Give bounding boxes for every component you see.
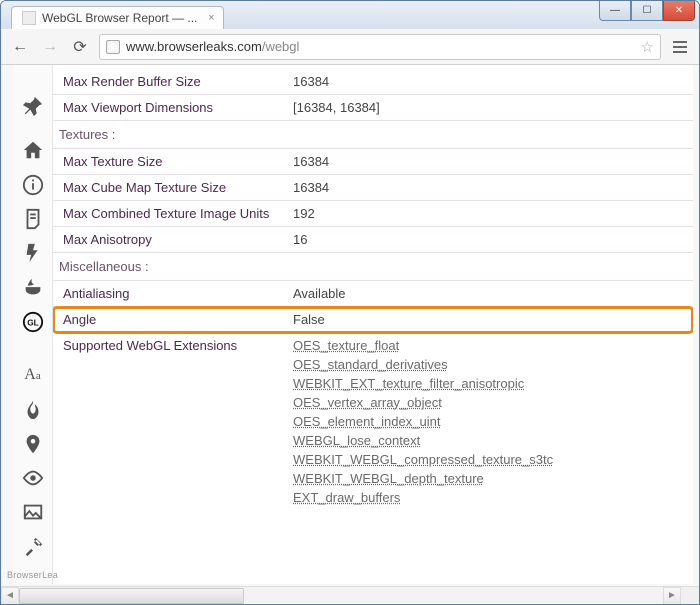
horizontal-scrollbar[interactable]: ◄ ► bbox=[1, 586, 681, 604]
table-row: Max Anisotropy 16 bbox=[53, 227, 693, 253]
row-extensions: Supported WebGL Extensions OES_texture_f… bbox=[53, 333, 693, 514]
viewport: GL Aa BrowserLea Max Render Buffer Size … bbox=[1, 65, 699, 604]
table-row: Max Texture Size 16384 bbox=[53, 149, 693, 175]
scroll-left-icon[interactable]: ◄ bbox=[1, 587, 19, 605]
row-key: Antialiasing bbox=[63, 286, 293, 301]
forward-button[interactable]: → bbox=[39, 36, 61, 58]
row-key: Max Texture Size bbox=[63, 154, 293, 169]
app-window: WebGL Browser Report — ... × — ☐ ✕ ← → ⟳… bbox=[0, 0, 700, 605]
section-textures: Textures : bbox=[53, 121, 693, 149]
toolbar: ← → ⟳ www.browserleaks.com/webgl ☆ bbox=[1, 29, 699, 65]
row-value: 16384 bbox=[293, 154, 683, 169]
minimize-button[interactable]: — bbox=[599, 1, 631, 21]
brand-label: BrowserLea bbox=[7, 570, 58, 584]
scroll-thumb[interactable] bbox=[19, 588, 244, 604]
ext-link[interactable]: WEBKIT_WEBGL_compressed_texture_s3tc bbox=[293, 452, 683, 467]
fonts-icon[interactable]: Aa bbox=[20, 364, 46, 386]
url-path: /webgl bbox=[262, 39, 300, 54]
script-icon[interactable] bbox=[20, 208, 46, 230]
flash-icon[interactable] bbox=[20, 242, 46, 264]
webgl-icon[interactable]: GL bbox=[20, 311, 46, 333]
row-value: 192 bbox=[293, 206, 683, 221]
titlebar: WebGL Browser Report — ... × — ☐ ✕ bbox=[1, 1, 699, 29]
ext-link[interactable]: WEBKIT_WEBGL_depth_texture bbox=[293, 471, 683, 486]
row-key: Max Combined Texture Image Units bbox=[63, 206, 293, 221]
scroll-track[interactable] bbox=[19, 587, 663, 605]
window-buttons: — ☐ ✕ bbox=[599, 1, 695, 21]
fire-icon[interactable] bbox=[20, 398, 46, 420]
row-key: Max Viewport Dimensions bbox=[63, 100, 293, 115]
table-row: Max Viewport Dimensions [16384, 16384] bbox=[53, 95, 693, 121]
java-icon[interactable] bbox=[20, 277, 46, 299]
row-key: Max Cube Map Texture Size bbox=[63, 180, 293, 195]
table-row: Max Cube Map Texture Size 16384 bbox=[53, 175, 693, 201]
extensions-list: OES_texture_float OES_standard_derivativ… bbox=[293, 338, 683, 509]
address-bar[interactable]: www.browserleaks.com/webgl ☆ bbox=[99, 34, 661, 60]
sidebar-rail: GL Aa BrowserLea bbox=[13, 65, 53, 584]
row-value: 16 bbox=[293, 232, 683, 247]
info-icon[interactable] bbox=[20, 174, 46, 196]
favicon-icon bbox=[22, 11, 36, 25]
ext-link[interactable]: OES_vertex_array_object bbox=[293, 395, 683, 410]
tools-icon[interactable] bbox=[20, 536, 46, 558]
table-row: Antialiasing Available bbox=[53, 281, 693, 307]
row-value: 16384 bbox=[293, 180, 683, 195]
row-value: 16384 bbox=[293, 74, 683, 89]
svg-text:GL: GL bbox=[27, 319, 38, 328]
location-icon[interactable] bbox=[20, 433, 46, 455]
row-angle-highlighted: Angle False bbox=[53, 307, 693, 333]
home-icon[interactable] bbox=[20, 139, 46, 161]
row-key: Max Anisotropy bbox=[63, 232, 293, 247]
table-row: Max Render Buffer Size 16384 bbox=[53, 69, 693, 95]
row-key: Supported WebGL Extensions bbox=[63, 338, 293, 353]
table-row: Max Combined Texture Image Units 192 bbox=[53, 201, 693, 227]
ext-link[interactable]: WEBGL_lose_context bbox=[293, 433, 683, 448]
row-value: False bbox=[293, 312, 683, 327]
reload-button[interactable]: ⟳ bbox=[69, 36, 91, 58]
ext-link[interactable]: OES_element_index_uint bbox=[293, 414, 683, 429]
image-icon[interactable] bbox=[20, 501, 46, 523]
chrome-menu-button[interactable] bbox=[669, 36, 691, 58]
resize-grip[interactable] bbox=[681, 586, 699, 604]
ext-link[interactable]: WEBKIT_EXT_texture_filter_anisotropic bbox=[293, 376, 683, 391]
page-icon bbox=[106, 40, 120, 54]
ext-link[interactable]: EXT_draw_buffers bbox=[293, 490, 683, 505]
row-key: Angle bbox=[63, 312, 293, 327]
ext-link[interactable]: OES_standard_derivatives bbox=[293, 357, 683, 372]
scroll-right-icon[interactable]: ► bbox=[663, 587, 681, 605]
url-host: www.browserleaks.com bbox=[126, 39, 262, 54]
ext-link[interactable]: OES_texture_float bbox=[293, 338, 683, 353]
maximize-button[interactable]: ☐ bbox=[631, 1, 663, 21]
webgl-report: Max Render Buffer Size 16384 Max Viewpor… bbox=[53, 65, 693, 584]
page: GL Aa BrowserLea Max Render Buffer Size … bbox=[13, 65, 693, 584]
row-value: Available bbox=[293, 286, 683, 301]
row-key: Max Render Buffer Size bbox=[63, 74, 293, 89]
row-value: [16384, 16384] bbox=[293, 100, 683, 115]
eye-icon[interactable] bbox=[20, 467, 46, 489]
tab-title: WebGL Browser Report — ... bbox=[42, 11, 197, 25]
bookmark-star-icon[interactable]: ☆ bbox=[641, 38, 654, 56]
close-tab-icon[interactable]: × bbox=[205, 12, 217, 24]
section-misc: Miscellaneous : bbox=[53, 253, 693, 281]
back-button[interactable]: ← bbox=[9, 36, 31, 58]
tab-strip: WebGL Browser Report — ... × bbox=[1, 1, 224, 29]
pin-icon[interactable] bbox=[20, 95, 46, 117]
close-window-button[interactable]: ✕ bbox=[663, 1, 695, 21]
browser-tab[interactable]: WebGL Browser Report — ... × bbox=[11, 6, 224, 29]
